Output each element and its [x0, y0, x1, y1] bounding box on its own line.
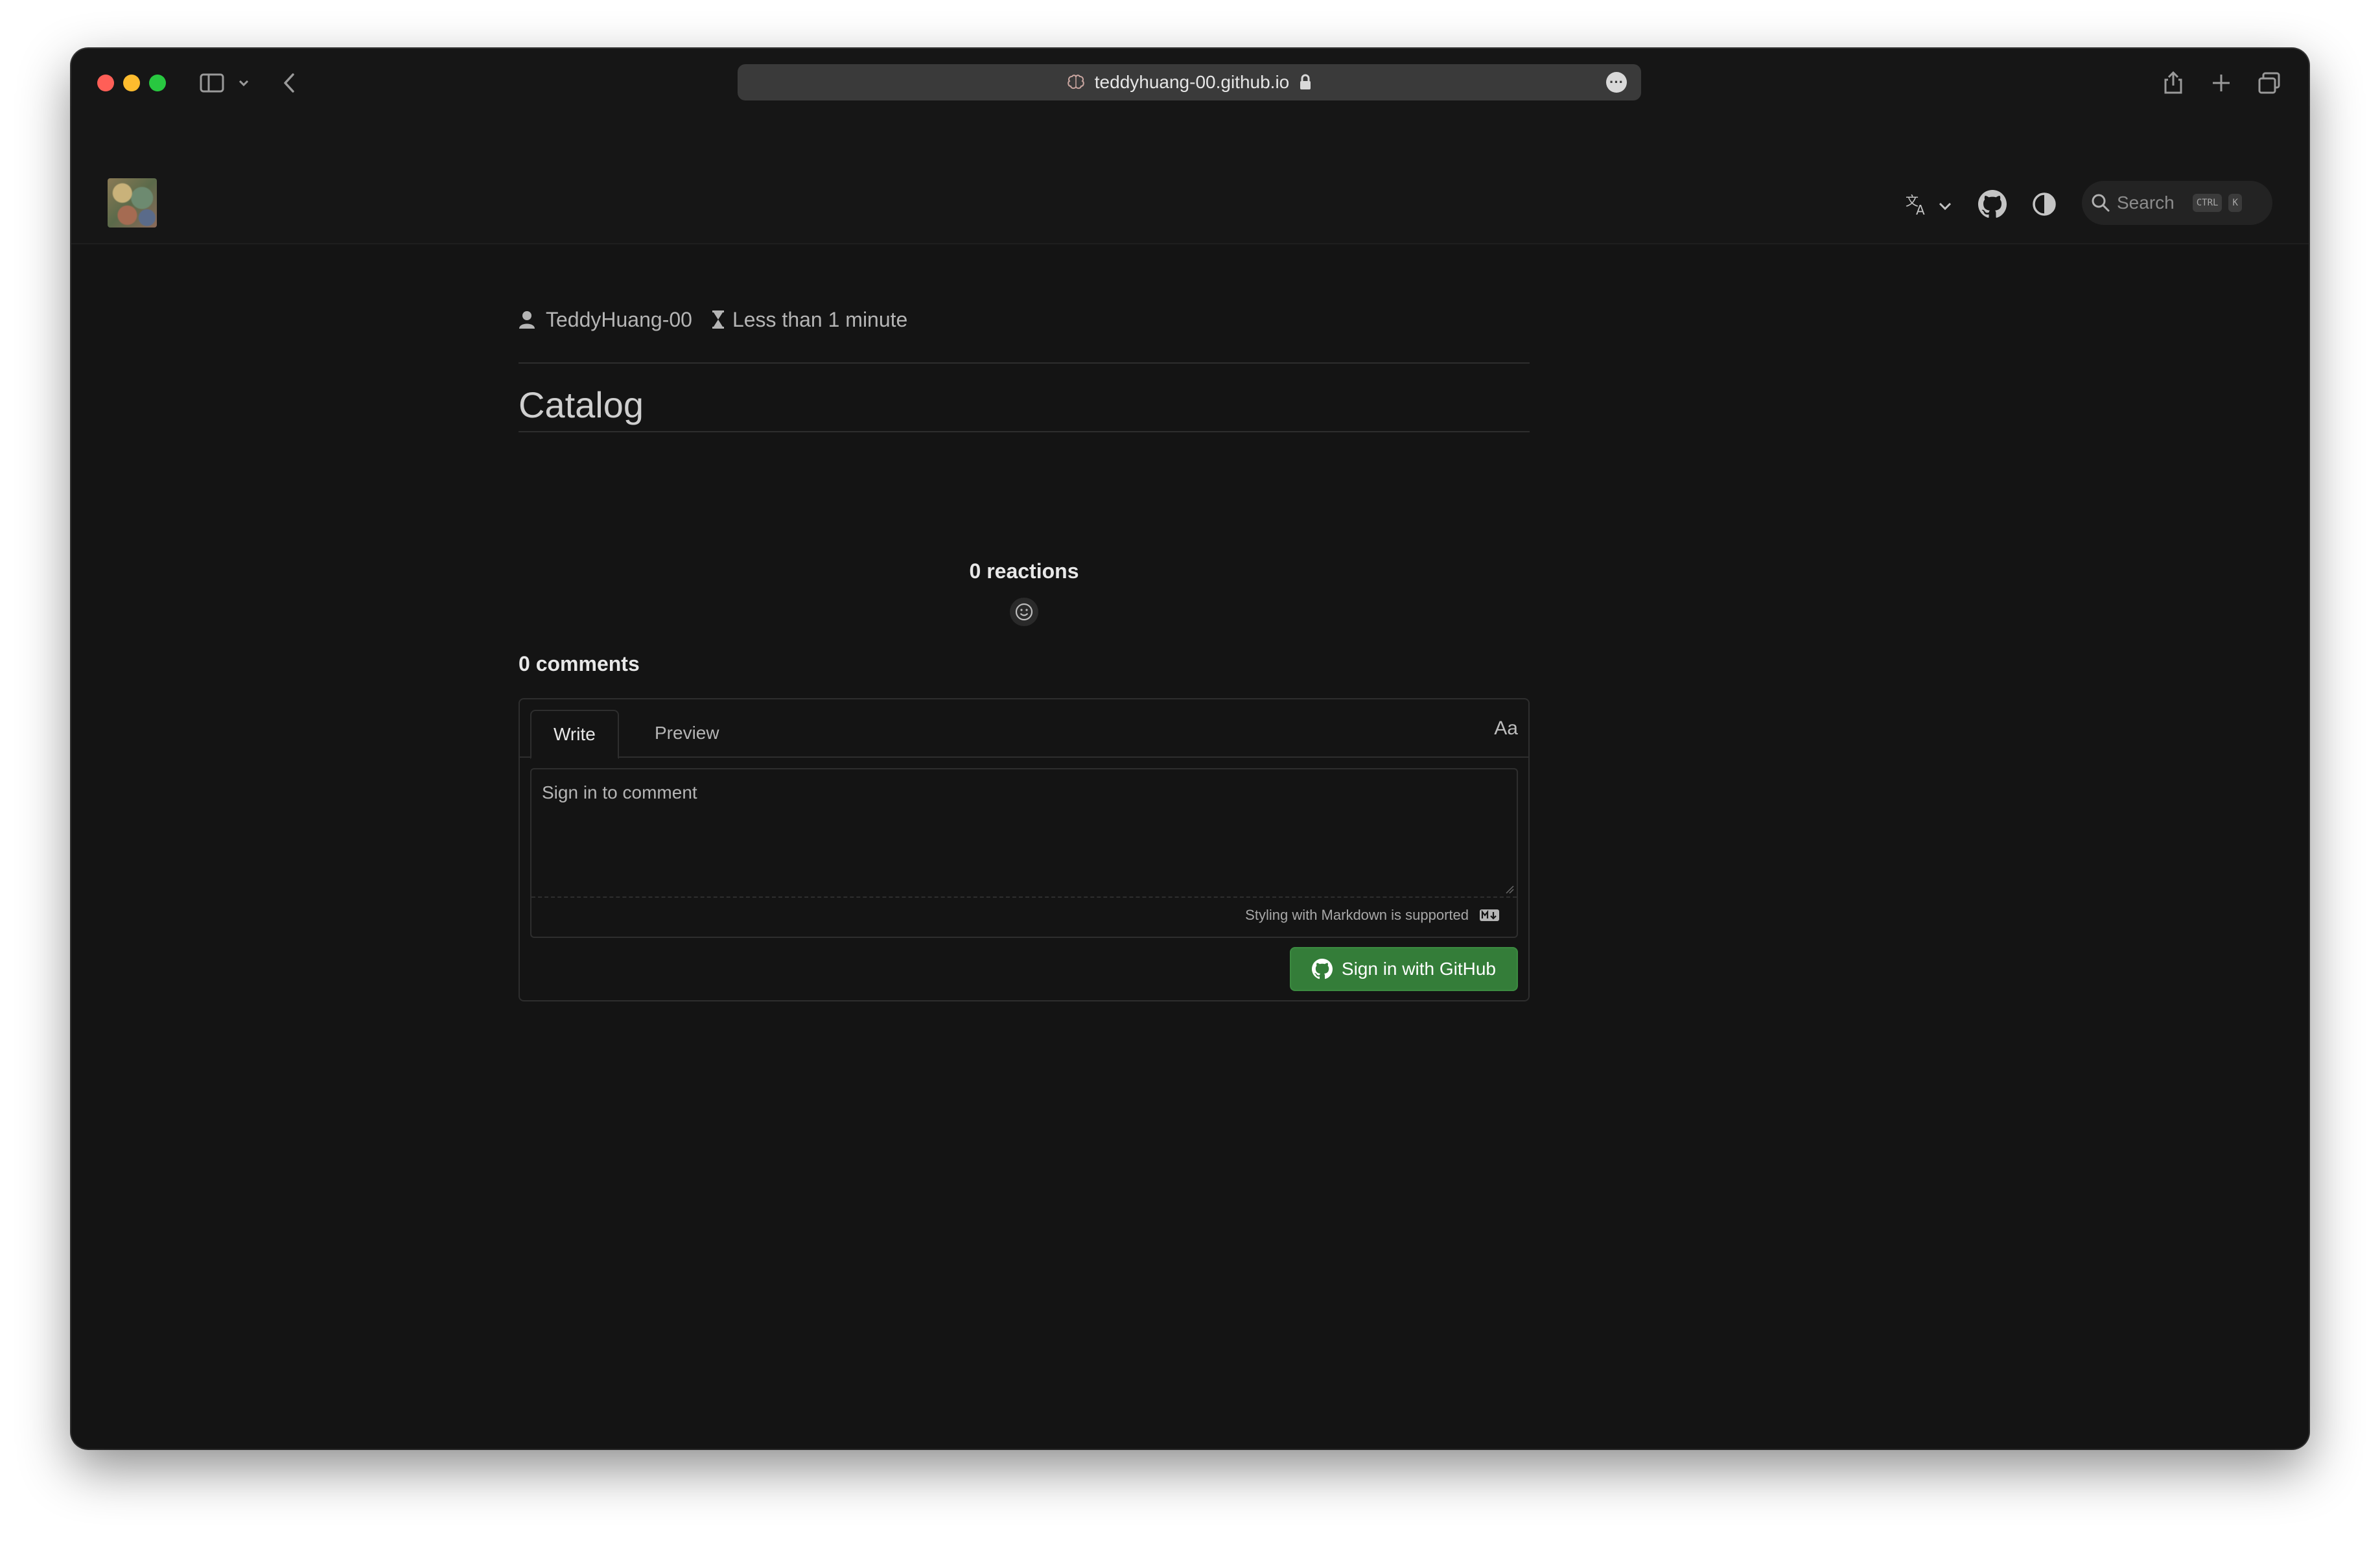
search-button[interactable]: Search CTRL K [2082, 181, 2272, 225]
page-title: Catalog [519, 384, 644, 425]
brain-icon [1068, 75, 1084, 89]
search-icon [2092, 194, 2110, 212]
comment-form: Write Preview Aa Sign in to comment Styl… [519, 698, 1530, 1001]
comments-count: 0 comments [519, 652, 640, 675]
close-window-button[interactable] [97, 75, 114, 91]
address-url: teddyhuang-00.github.io [1094, 72, 1290, 92]
markdown-note-text: Styling with Markdown is supported [1245, 907, 1469, 923]
browser-window: teddyhuang-00.github.io ··· 文 A Search C… [71, 49, 2309, 1449]
markdown-icon[interactable] [1479, 909, 1500, 922]
sign-in-label: Sign in with GitHub [1341, 959, 1496, 979]
smiley-icon [1015, 603, 1033, 621]
comment-tabs: Write Preview Aa [520, 699, 1528, 759]
sidebar-toggle-icon[interactable] [198, 69, 226, 97]
ctrl-key-hint: CTRL [2192, 194, 2222, 212]
textarea-divider [531, 896, 1517, 898]
chevron-down-icon[interactable] [1937, 198, 1954, 215]
address-bar[interactable]: teddyhuang-00.github.io ··· [738, 64, 1641, 100]
lock-icon [1300, 74, 1311, 89]
k-key-hint: K [2228, 194, 2242, 212]
minimize-window-button[interactable] [123, 75, 140, 91]
article-meta: TeddyHuang-00 Less than 1 minute [519, 307, 1530, 333]
new-tab-icon[interactable] [2208, 69, 2235, 97]
title-divider [519, 431, 1530, 432]
search-placeholder: Search [2117, 193, 2175, 213]
user-icon [519, 311, 535, 329]
site-logo[interactable] [108, 178, 157, 228]
resize-handle-icon[interactable] [1504, 883, 1514, 894]
github-icon [1311, 959, 1333, 979]
chevron-down-icon[interactable] [235, 69, 253, 97]
reading-time: Less than 1 minute [732, 307, 908, 331]
reactions-count: 0 reactions [969, 559, 1079, 583]
github-icon[interactable] [1978, 190, 2007, 218]
page-menu-button[interactable]: ··· [1606, 72, 1627, 93]
site-header: 文 A Search CTRL K [71, 113, 2309, 244]
tab-preview[interactable]: Preview [633, 710, 741, 756]
ellipsis-icon: ··· [1609, 74, 1624, 90]
browser-toolbar: teddyhuang-00.github.io ··· [71, 49, 2309, 113]
markdown-note: Styling with Markdown is supported [1245, 907, 1500, 924]
author-name: TeddyHuang-00 [546, 307, 692, 331]
sign-in-with-github-button[interactable]: Sign in with GitHub [1289, 947, 1518, 991]
main-content: TeddyHuang-00 Less than 1 minute Catalog… [519, 243, 1530, 1001]
comment-input[interactable]: Sign in to comment Styling with Markdown… [530, 768, 1518, 938]
theme-toggle-icon[interactable] [2030, 190, 2059, 218]
add-reaction-button[interactable] [1010, 598, 1038, 626]
back-icon[interactable] [276, 69, 303, 97]
translate-icon[interactable]: 文 A [1904, 191, 1930, 217]
hourglass-icon [712, 310, 724, 329]
tab-write[interactable]: Write [530, 710, 619, 759]
share-icon[interactable] [2160, 69, 2187, 97]
format-toggle-button[interactable]: Aa [1494, 718, 1518, 740]
comment-placeholder: Sign in to comment [542, 782, 697, 802]
svg-text:A: A [1916, 202, 1925, 217]
zoom-window-button[interactable] [149, 75, 166, 91]
tab-overview-icon[interactable] [2256, 69, 2283, 97]
